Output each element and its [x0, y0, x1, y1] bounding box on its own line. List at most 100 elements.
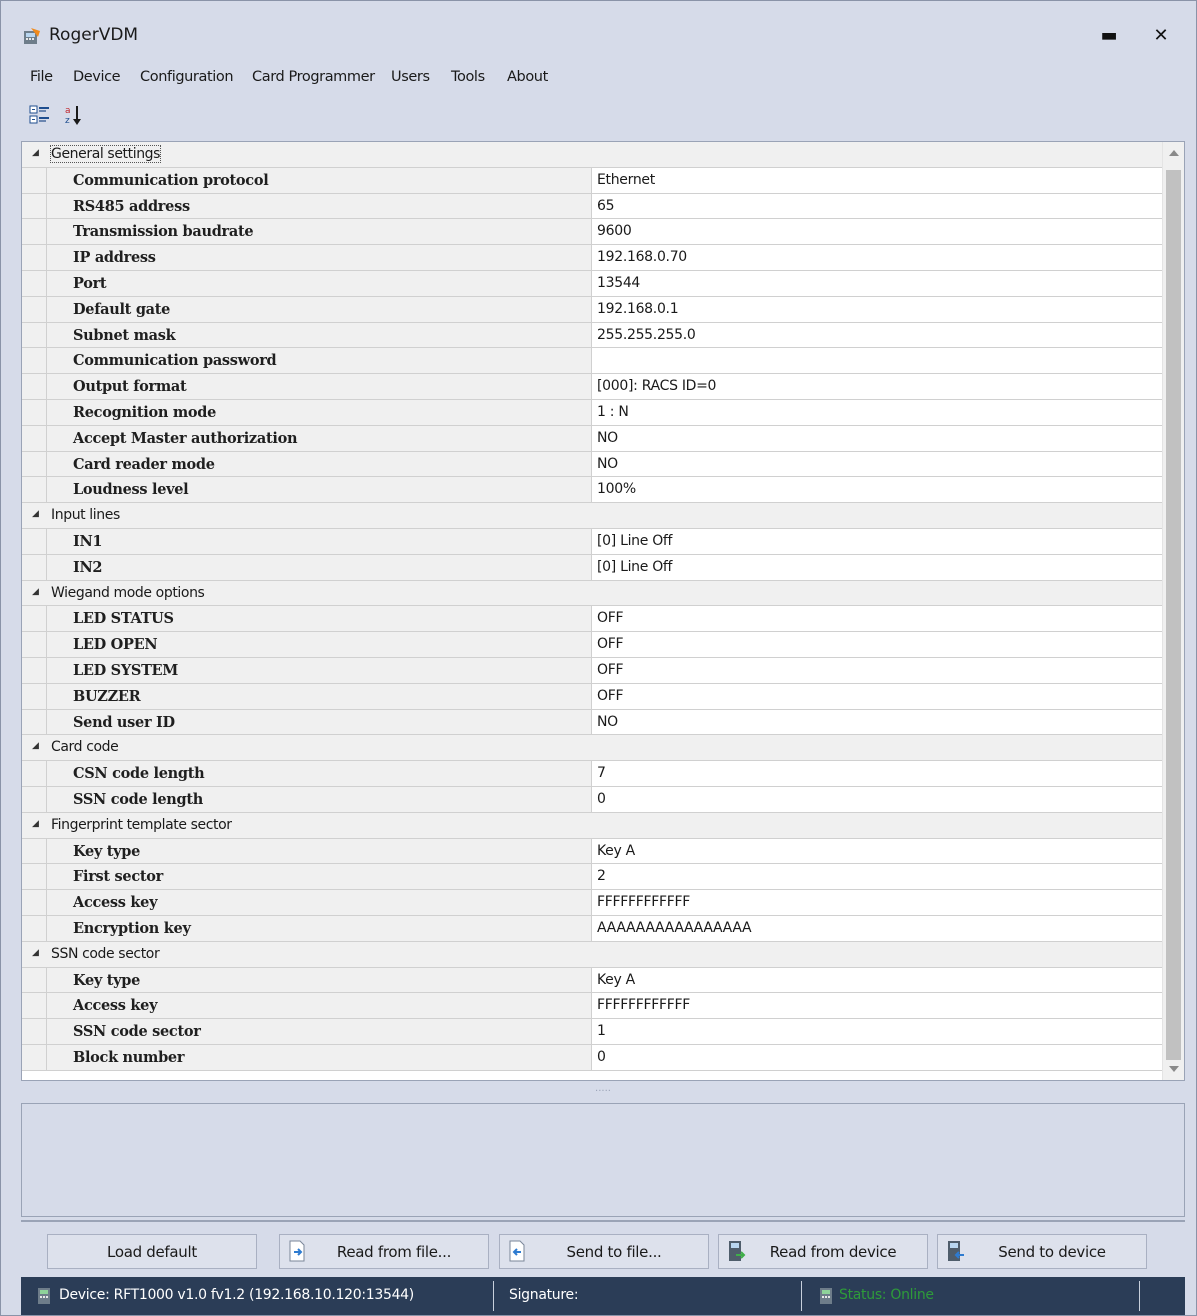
property-row[interactable]: Key type Key A: [22, 967, 1162, 994]
property-value[interactable]: OFF: [591, 683, 1162, 709]
property-value[interactable]: 13544: [591, 270, 1162, 296]
property-value[interactable]: [591, 348, 1162, 374]
property-row[interactable]: Default gate 192.168.0.1: [22, 296, 1162, 323]
collapse-triangle-icon[interactable]: ◢: [32, 741, 39, 751]
property-row[interactable]: CSN code length 7: [22, 761, 1162, 787]
collapse-triangle-icon[interactable]: ◢: [32, 819, 39, 829]
property-value[interactable]: FFFFFFFFFFFF: [591, 890, 1162, 915]
property-row[interactable]: Card reader mode NO: [22, 451, 1162, 478]
property-value[interactable]: 0: [591, 786, 1162, 812]
send-to-file-button[interactable]: Send to file...: [499, 1234, 709, 1269]
property-row[interactable]: SSN code sector 1: [22, 1019, 1162, 1045]
property-row[interactable]: IP address 192.168.0.70: [22, 245, 1162, 271]
property-value[interactable]: 100%: [591, 477, 1162, 503]
property-value[interactable]: Ethernet: [591, 167, 1162, 193]
property-row[interactable]: Loudness level 100%: [22, 477, 1162, 504]
property-value[interactable]: 7: [591, 761, 1162, 786]
category-row[interactable]: ◢ General settings: [22, 142, 1162, 168]
category-row[interactable]: ◢ Card code: [22, 735, 1162, 762]
splitter-grip[interactable]: ·····: [21, 1083, 1185, 1101]
property-row[interactable]: Transmission baudrate 9600: [22, 219, 1162, 246]
property-value[interactable]: NO: [591, 709, 1162, 735]
collapse-triangle-icon[interactable]: ◢: [32, 148, 39, 158]
property-value[interactable]: 0: [591, 1044, 1162, 1070]
property-value[interactable]: 192.168.0.1: [591, 296, 1162, 322]
scroll-thumb[interactable]: [1166, 170, 1181, 1060]
property-row[interactable]: Send user ID NO: [22, 709, 1162, 736]
property-value[interactable]: Key A: [591, 838, 1162, 864]
property-value[interactable]: NO: [591, 451, 1162, 477]
property-grid[interactable]: ◢ General settings Communication protocol E…: [21, 141, 1185, 1081]
property-name: Encryption key: [46, 915, 592, 941]
property-row[interactable]: LED SYSTEM OFF: [22, 657, 1162, 684]
vertical-scrollbar[interactable]: [1162, 142, 1184, 1080]
property-value[interactable]: 255.255.255.0: [591, 322, 1162, 348]
property-row[interactable]: RS485 address 65: [22, 193, 1162, 220]
read-from-file-button[interactable]: Read from file...: [279, 1234, 489, 1269]
property-row[interactable]: Recognition mode 1 : N: [22, 399, 1162, 426]
property-value[interactable]: AAAAAAAAAAAAAAAA: [591, 915, 1162, 941]
property-row[interactable]: Access key FFFFFFFFFFFF: [22, 993, 1162, 1020]
property-row[interactable]: SSN code length 0: [22, 786, 1162, 813]
property-value[interactable]: OFF: [591, 632, 1162, 657]
property-row[interactable]: Key type Key A: [22, 838, 1162, 865]
property-row[interactable]: Block number 0: [22, 1044, 1162, 1071]
collapse-triangle-icon[interactable]: ◢: [32, 509, 39, 519]
collapse-triangle-icon[interactable]: ◢: [32, 587, 39, 597]
property-value[interactable]: 2: [591, 864, 1162, 890]
property-row[interactable]: BUZZER OFF: [22, 683, 1162, 710]
menu-file[interactable]: File: [30, 69, 53, 85]
property-row[interactable]: IN1 [0] Line Off: [22, 528, 1162, 555]
property-value[interactable]: OFF: [591, 657, 1162, 683]
property-row[interactable]: LED STATUS OFF: [22, 606, 1162, 633]
title-bar[interactable]: RogerVDM ▬ ✕: [1, 1, 1196, 61]
property-row[interactable]: Output format [000]: RACS ID=0: [22, 374, 1162, 400]
property-value[interactable]: 65: [591, 193, 1162, 219]
property-value[interactable]: 9600: [591, 219, 1162, 245]
property-row[interactable]: Communication protocol Ethernet: [22, 167, 1162, 194]
property-value[interactable]: [000]: RACS ID=0: [591, 374, 1162, 399]
category-row[interactable]: ◢ Fingerprint template sector: [22, 812, 1162, 839]
category-row[interactable]: ◢ Wiegand mode options: [22, 580, 1162, 607]
categorized-view-icon[interactable]: [29, 103, 53, 127]
menu-tools[interactable]: Tools: [451, 69, 485, 85]
category-row[interactable]: ◢ Input lines: [22, 503, 1162, 529]
category-row[interactable]: ◢ SSN code sector: [22, 941, 1162, 968]
property-value[interactable]: 1: [591, 1019, 1162, 1044]
send-to-device-button[interactable]: Send to device: [937, 1234, 1147, 1269]
collapse-triangle-icon[interactable]: ◢: [32, 948, 39, 958]
menu-device[interactable]: Device: [73, 69, 121, 85]
property-value[interactable]: [0] Line Off: [591, 554, 1162, 580]
property-value[interactable]: 1 : N: [591, 399, 1162, 425]
property-row[interactable]: Access key FFFFFFFFFFFF: [22, 890, 1162, 916]
property-value[interactable]: [0] Line Off: [591, 528, 1162, 554]
property-value[interactable]: OFF: [591, 606, 1162, 632]
property-row[interactable]: LED OPEN OFF: [22, 632, 1162, 658]
property-name: Block number: [46, 1044, 592, 1070]
property-row[interactable]: Encryption key AAAAAAAAAAAAAAAA: [22, 915, 1162, 942]
property-row[interactable]: Accept Master authorization NO: [22, 425, 1162, 452]
sort-alphabetical-icon[interactable]: a z: [63, 103, 87, 127]
close-button[interactable]: ✕: [1141, 19, 1181, 53]
load-default-button[interactable]: Load default: [47, 1234, 257, 1269]
menu-configuration[interactable]: Configuration: [140, 69, 234, 85]
property-name: IN1: [46, 528, 592, 554]
property-row[interactable]: First sector 2: [22, 864, 1162, 891]
property-name: Communication protocol: [46, 167, 592, 193]
minimize-button[interactable]: ▬: [1089, 19, 1129, 53]
property-row[interactable]: Port 13544: [22, 270, 1162, 297]
scroll-down-icon[interactable]: [1169, 1066, 1179, 1072]
property-value[interactable]: Key A: [591, 967, 1162, 993]
property-row[interactable]: IN2 [0] Line Off: [22, 554, 1162, 581]
property-value[interactable]: 192.168.0.70: [591, 245, 1162, 270]
scroll-up-icon[interactable]: [1169, 150, 1179, 156]
menu-about[interactable]: About: [507, 69, 548, 85]
property-value[interactable]: NO: [591, 425, 1162, 451]
read-from-device-button[interactable]: Read from device: [718, 1234, 928, 1269]
property-row[interactable]: Subnet mask 255.255.255.0: [22, 322, 1162, 349]
menu-card-programmer[interactable]: Card Programmer: [252, 69, 375, 85]
send-to-device-label: Send to device: [998, 1243, 1106, 1261]
property-row[interactable]: Communication password: [22, 348, 1162, 375]
menu-users[interactable]: Users: [391, 69, 430, 85]
property-value[interactable]: FFFFFFFFFFFF: [591, 993, 1162, 1019]
